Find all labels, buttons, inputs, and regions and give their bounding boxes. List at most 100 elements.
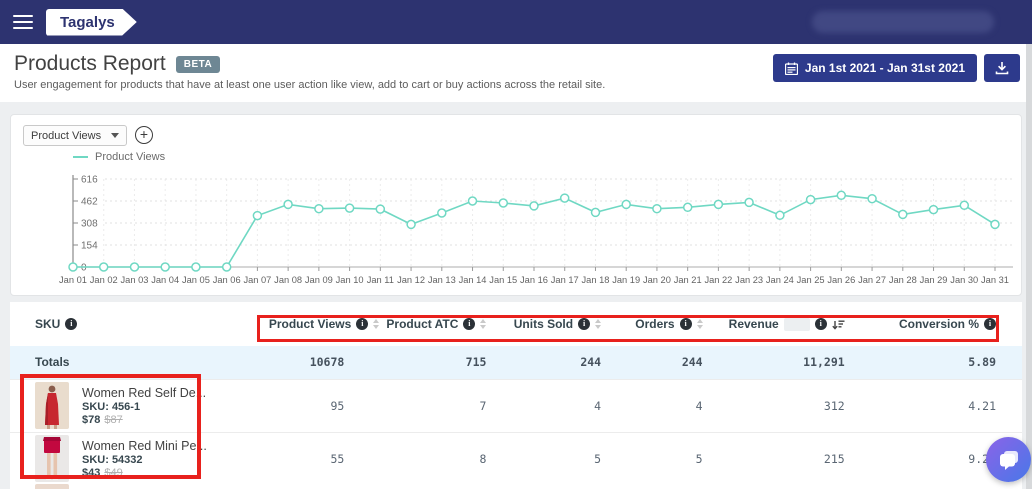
totals-row: Totals 10678 715 244 244 11,291 5.89 (10, 346, 1022, 379)
next-row-product-image-partial (35, 484, 69, 489)
chat-bubble-icon (997, 448, 1021, 472)
svg-text:Jan 23: Jan 23 (735, 275, 763, 285)
totals-product-views: 10678 (268, 346, 371, 379)
svg-text:Jan 26: Jan 26 (827, 275, 855, 285)
cell-orders: 5 (695, 451, 703, 466)
products-report-page: Tagalys Products Report BETA User engage… (0, 0, 1032, 489)
cell-units-sold: 5 (594, 451, 602, 466)
svg-text:Jan 29: Jan 29 (920, 275, 948, 285)
sort-icon[interactable] (696, 319, 703, 329)
info-icon[interactable]: i (65, 318, 78, 330)
svg-text:Jan 06: Jan 06 (213, 275, 241, 285)
add-metric-button[interactable]: + (135, 126, 153, 144)
redacted-currency (783, 317, 810, 331)
svg-text:Jan 05: Jan 05 (182, 275, 210, 285)
svg-text:Jan 11: Jan 11 (367, 275, 394, 285)
svg-text:Jan 12: Jan 12 (397, 275, 425, 285)
totals-orders: 244 (627, 346, 729, 379)
product-image (35, 435, 69, 483)
cell-product-views: 55 (330, 451, 345, 466)
table-row[interactable]: Women Red Self De... SKU: 456-1 $78 $87 9… (10, 379, 1022, 432)
table-header-row: SKU i Product Views i Product ATC i Units S… (10, 302, 1022, 346)
product-name[interactable]: Women Red Self De... (82, 386, 206, 400)
info-icon[interactable]: i (578, 318, 591, 330)
chevron-down-icon (111, 133, 119, 138)
calendar-icon (784, 62, 798, 75)
column-header-sku[interactable]: SKU i (10, 302, 269, 346)
sort-icon[interactable] (373, 319, 380, 329)
svg-text:Jan 08: Jan 08 (274, 275, 302, 285)
info-icon[interactable]: i (984, 318, 996, 330)
svg-text:462: 462 (81, 197, 98, 208)
svg-text:Jan 21: Jan 21 (674, 275, 702, 285)
svg-text:Jan 04: Jan 04 (151, 275, 179, 285)
sort-icon[interactable] (480, 319, 487, 329)
totals-conversion: 5.89 (870, 346, 1022, 379)
totals-units-sold: 244 (512, 346, 628, 379)
svg-text:Jan 19: Jan 19 (612, 275, 640, 285)
hamburger-menu-icon[interactable] (13, 15, 33, 29)
products-table: SKU i Product Views i Product ATC i Units S… (10, 302, 1022, 485)
column-header-revenue[interactable]: Revenue i (729, 302, 871, 346)
metric-dropdown[interactable]: Product Views (23, 125, 127, 146)
download-icon (995, 61, 1009, 75)
svg-text:0: 0 (81, 263, 87, 274)
column-header-units-sold[interactable]: Units Sold i (512, 302, 627, 346)
download-button[interactable] (984, 54, 1020, 82)
sort-icon[interactable] (595, 319, 602, 329)
page-scrollbar[interactable] (1026, 44, 1032, 489)
cell-orders: 4 (695, 398, 703, 413)
svg-text:Jan 10: Jan 10 (336, 275, 364, 285)
redacted-account-info (812, 11, 994, 33)
svg-text:Jan 03: Jan 03 (121, 275, 149, 285)
date-range-button[interactable]: Jan 1st 2021 - Jan 31st 2021 (772, 54, 977, 82)
cell-revenue: 215 (823, 451, 845, 466)
column-header-orders[interactable]: Orders i (627, 302, 729, 346)
info-icon[interactable]: i (463, 318, 476, 330)
metric-dropdown-value: Product Views (31, 129, 102, 142)
totals-revenue: 11,291 (728, 346, 871, 379)
column-header-conversion[interactable]: Conversion % i (871, 302, 1022, 346)
cell-product-atc: 7 (479, 398, 487, 413)
sort-desc-active-icon[interactable] (831, 318, 845, 330)
page-header: Products Report BETA User engagement for… (0, 44, 1032, 102)
chart-legend: Product Views (73, 151, 165, 163)
svg-text:308: 308 (81, 219, 98, 230)
legend-label: Product Views (95, 151, 166, 163)
svg-text:Jan 07: Jan 07 (243, 275, 271, 285)
svg-text:Jan 20: Jan 20 (643, 275, 671, 285)
column-header-product-views[interactable]: Product Views i (269, 302, 380, 346)
tagalys-logo[interactable]: Tagalys (46, 8, 137, 36)
products-table-panel: SKU i Product Views i Product ATC i Units S… (10, 302, 1022, 489)
totals-product-atc: 715 (370, 346, 513, 379)
date-range-label: Jan 1st 2021 - Jan 31st 2021 (804, 61, 965, 75)
product-name[interactable]: Women Red Mini Pe... (82, 439, 207, 453)
svg-text:Jan 09: Jan 09 (305, 275, 333, 285)
info-icon[interactable]: i (679, 318, 692, 330)
svg-text:Jan 02: Jan 02 (90, 275, 118, 285)
table-row[interactable]: Women Red Mini Pe... SKU: 54332 $43 $49 5… (10, 432, 1022, 485)
svg-text:154: 154 (81, 241, 98, 252)
product-views-line-chart[interactable]: 0154308462616Jan 01 Jan 02 Jan 03 Jan 04 Jan… (13, 167, 1021, 293)
info-icon[interactable]: i (814, 318, 827, 330)
svg-text:Jan 18: Jan 18 (582, 275, 610, 285)
page-title: Products Report (14, 52, 166, 75)
svg-text:Jan 01: Jan 01 (59, 275, 87, 285)
svg-text:Jan 13: Jan 13 (428, 275, 456, 285)
svg-text:Jan 24: Jan 24 (766, 275, 794, 285)
svg-text:Jan 31: Jan 31 (981, 275, 1009, 285)
svg-text:Jan 28: Jan 28 (889, 275, 917, 285)
svg-text:Jan 16: Jan 16 (520, 275, 548, 285)
product-image (35, 382, 69, 429)
product-sku: SKU: 456-1 (82, 400, 141, 413)
chat-launcher-button[interactable] (986, 437, 1031, 482)
chart-panel: Product Views + Product Views 0 154 308 462… (10, 114, 1022, 296)
svg-text:Jan 27: Jan 27 (858, 275, 886, 285)
info-icon[interactable]: i (356, 318, 369, 330)
svg-text:Jan 14: Jan 14 (459, 275, 487, 285)
cell-units-sold: 4 (594, 398, 602, 413)
top-navbar: Tagalys (0, 0, 1032, 44)
cell-product-atc: 8 (479, 451, 487, 466)
column-header-product-atc[interactable]: Product ATC i (370, 302, 512, 346)
legend-swatch (73, 156, 88, 158)
